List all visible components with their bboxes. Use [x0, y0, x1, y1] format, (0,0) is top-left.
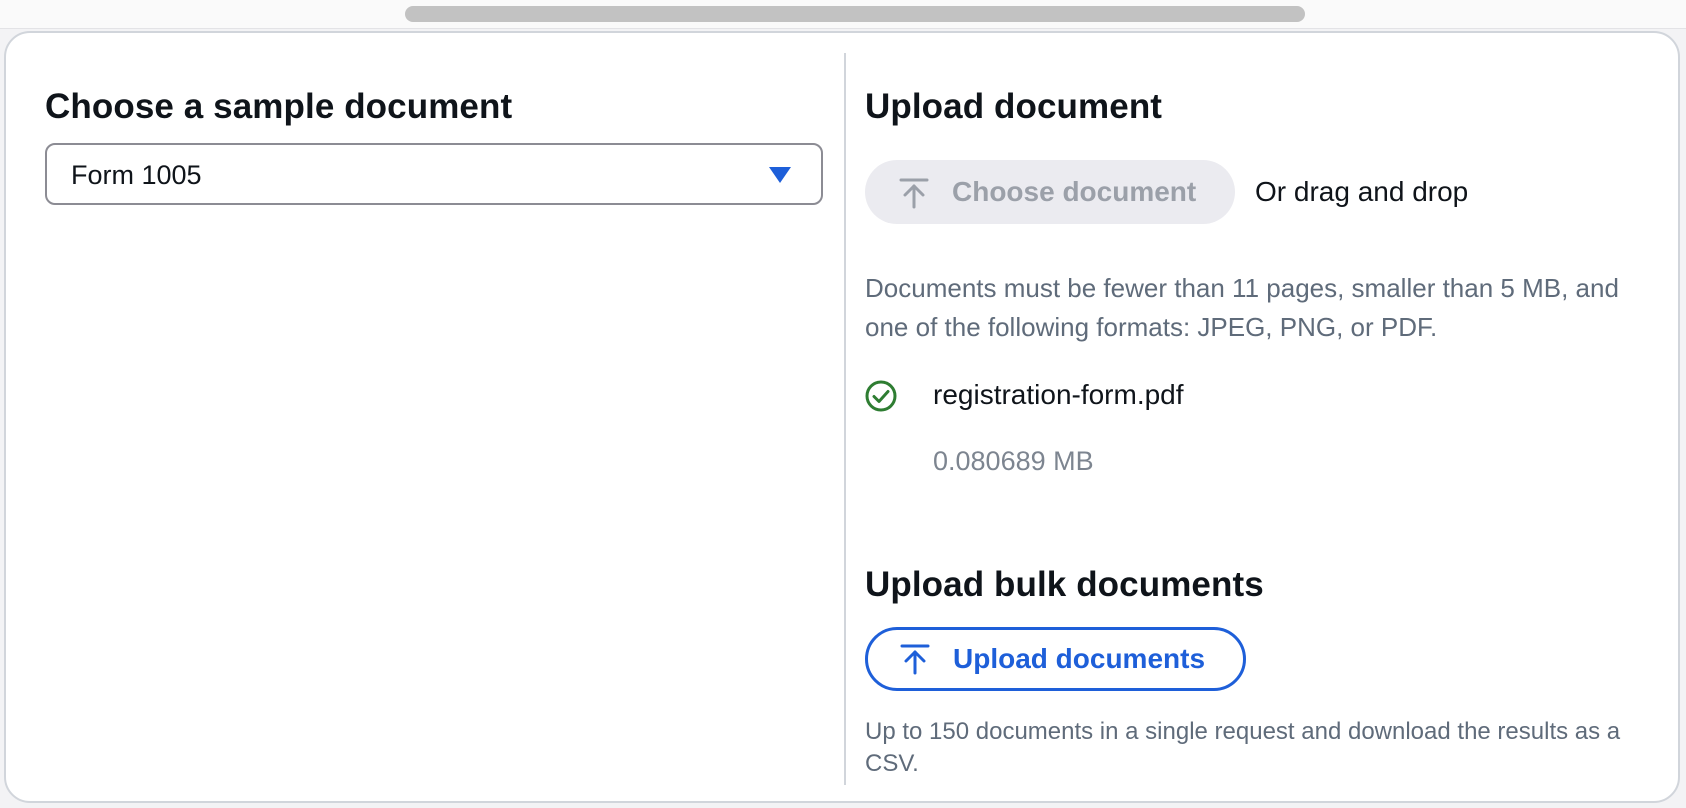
choose-document-label: Choose document: [952, 176, 1197, 207]
upload-documents-label: Upload documents: [953, 643, 1206, 674]
choose-document-button[interactable]: Choose document: [865, 160, 1235, 224]
uploaded-file-name: registration-form.pdf: [933, 379, 1184, 410]
select-value: Form 1005: [71, 160, 202, 190]
document-input-panel: Choose a sample document Form 1005 Uploa…: [4, 31, 1680, 803]
upload-documents-button[interactable]: Upload documents: [865, 627, 1246, 691]
upload-document-heading: Upload document: [865, 87, 1163, 126]
scrollbar-thumb[interactable]: [405, 6, 1305, 22]
drag-and-drop-text: Or drag and drop: [1255, 176, 1469, 207]
sample-document-select[interactable]: Form 1005: [45, 143, 823, 205]
horizontal-scrollbar[interactable]: [0, 0, 1686, 29]
caret-down-icon: [769, 167, 791, 183]
upload-arrow-icon: [900, 644, 930, 675]
upload-constraints-text: Documents must be fewer than 11 pages, s…: [865, 273, 1619, 342]
upload-arrow-icon: [899, 178, 929, 209]
uploaded-file-size: 0.080689 MB: [933, 446, 1094, 476]
upload-bulk-heading: Upload bulk documents: [865, 565, 1264, 604]
success-check-icon: [865, 380, 897, 412]
sample-document-heading: Choose a sample document: [45, 87, 513, 126]
bulk-upload-description: Up to 150 documents in a single request …: [865, 718, 1621, 777]
column-divider: [844, 53, 846, 785]
